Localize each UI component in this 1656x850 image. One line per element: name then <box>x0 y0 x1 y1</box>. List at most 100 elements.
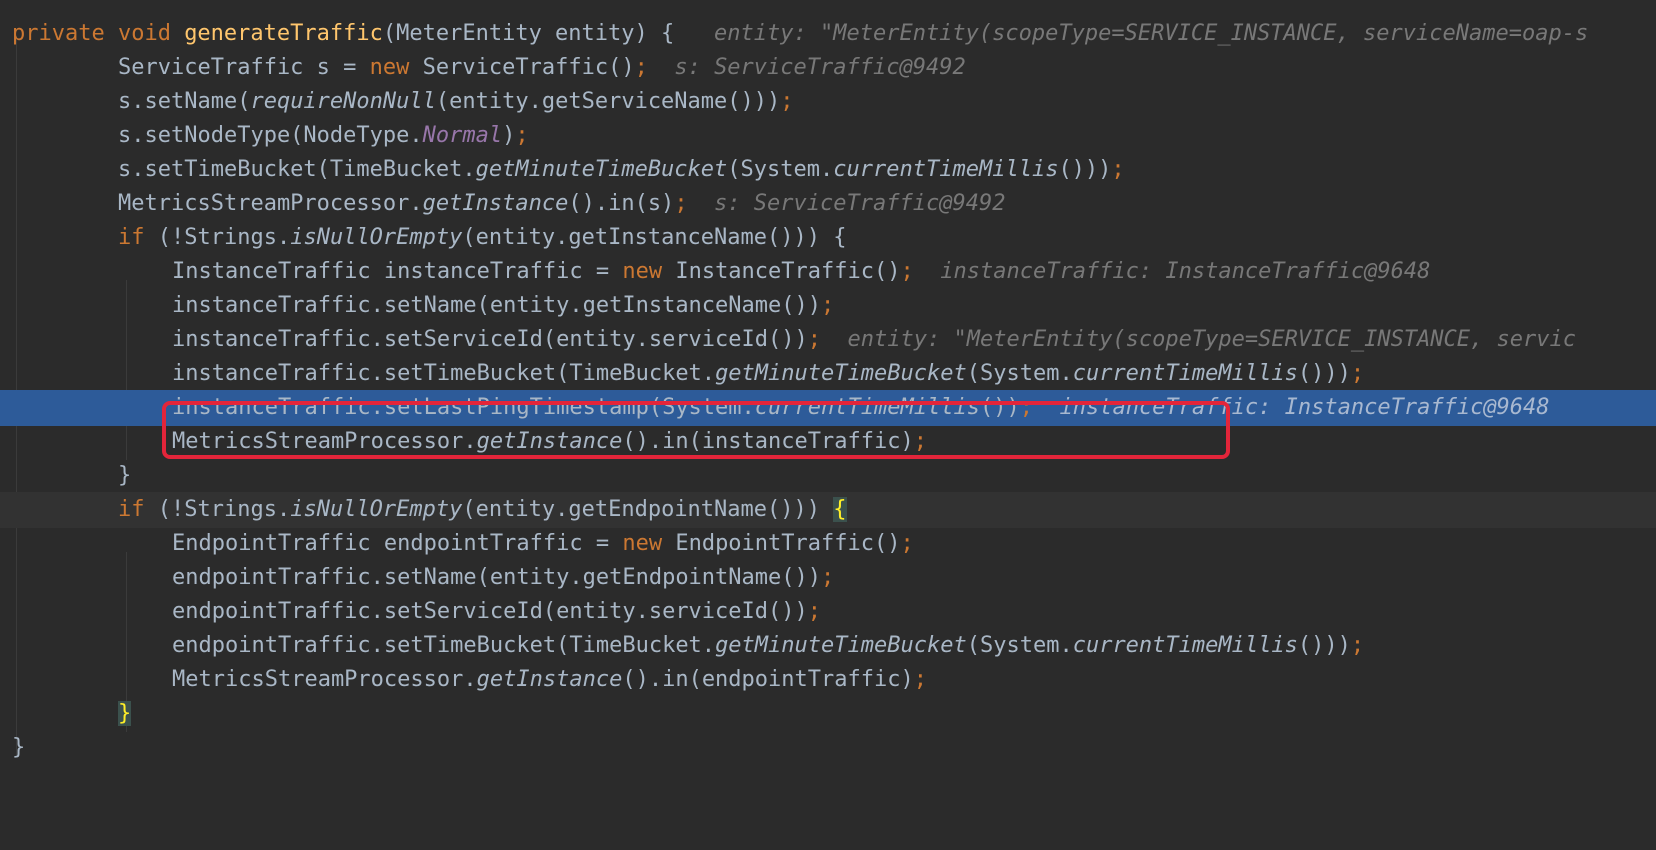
code-token: endpointTraffic.setName(entity.getEndpoi… <box>172 565 822 590</box>
code-line[interactable]: instanceTraffic.setName(entity.getInstan… <box>0 288 1656 324</box>
code-token: InstanceTraffic() <box>675 259 901 284</box>
keyword-token: new <box>622 259 676 284</box>
code-token: getInstance <box>422 191 569 216</box>
debugger-inline-value: instanceTraffic: InstanceTraffic@9648 <box>940 259 1431 284</box>
code-token: instanceTraffic.setName(entity.getInstan… <box>172 293 822 318</box>
code-line[interactable]: ServiceTraffic s = new ServiceTraffic();… <box>0 50 1656 86</box>
code-token: Normal <box>422 123 503 148</box>
code-token: ())) <box>1058 157 1112 182</box>
code-line[interactable]: endpointTraffic.setTimeBucket(TimeBucket… <box>0 628 1656 664</box>
code-token: ()) <box>979 395 1020 420</box>
code-token: isNullOrEmpty <box>290 497 463 522</box>
code-token: } <box>118 463 132 488</box>
code-token: EndpointTraffic() <box>675 531 901 556</box>
code-token: endpointTraffic.setTimeBucket(TimeBucket… <box>172 633 716 658</box>
code-token: InstanceTraffic instanceTraffic = <box>172 259 623 284</box>
code-token: ; <box>807 599 822 624</box>
code-token: endpointTraffic.setServiceId(entity.serv… <box>172 599 808 624</box>
keyword-token: if <box>118 225 158 250</box>
code-token: getMinuteTimeBucket <box>715 633 967 658</box>
code-token: ServiceTraffic() <box>422 55 635 80</box>
code-line[interactable]: MetricsStreamProcessor.getInstance().in(… <box>0 186 1656 222</box>
code-token: (MeterEntity entity) { <box>382 21 715 46</box>
code-token: MetricsStreamProcessor. <box>172 667 477 692</box>
code-token: isNullOrEmpty <box>290 225 463 250</box>
code-token: instanceTraffic.setServiceId(entity.serv… <box>172 327 808 352</box>
code-token: EndpointTraffic endpointTraffic = <box>172 531 623 556</box>
code-line[interactable]: EndpointTraffic endpointTraffic = new En… <box>0 526 1656 562</box>
code-line[interactable]: instanceTraffic.setServiceId(entity.serv… <box>0 322 1656 358</box>
current-execution-line[interactable]: instanceTraffic.setLastPingTimestamp(Sys… <box>0 390 1656 426</box>
keyword-token: if <box>118 497 158 522</box>
code-token: ())) <box>1297 633 1351 658</box>
code-token: MetricsStreamProcessor. <box>118 191 423 216</box>
code-token: ; <box>900 531 914 556</box>
code-token: MetricsStreamProcessor. <box>172 429 477 454</box>
debugger-inline-value: entity: "MeterEntity(scopeType=SERVICE_I… <box>847 327 1576 352</box>
code-token: currentTimeMillis <box>754 395 980 420</box>
code-token: ())) <box>1297 361 1351 386</box>
code-line[interactable]: instanceTraffic.setTimeBucket(TimeBucket… <box>0 356 1656 392</box>
code-line[interactable]: s.setName(requireNonNull(entity.getServi… <box>0 84 1656 120</box>
code-line[interactable]: MetricsStreamProcessor.getInstance().in(… <box>0 662 1656 698</box>
matched-brace: } <box>118 701 132 726</box>
code-token: ) <box>502 123 516 148</box>
code-token: generateTraffic <box>184 21 383 46</box>
code-token: requireNonNull <box>250 89 436 114</box>
code-token: ; <box>913 429 927 454</box>
code-line[interactable]: if (!Strings.isNullOrEmpty(entity.getIns… <box>0 220 1656 256</box>
debugger-inline-value: entity: "MeterEntity(scopeType=SERVICE_I… <box>714 21 1589 46</box>
code-line[interactable]: InstanceTraffic instanceTraffic = new In… <box>0 254 1656 290</box>
code-token: ; <box>821 565 835 590</box>
code-token: ; <box>1019 395 1033 420</box>
code-token: ; <box>807 327 822 352</box>
code-line[interactable]: s.setTimeBucket(TimeBucket.getMinuteTime… <box>0 152 1656 188</box>
code-token: instanceTraffic.setTimeBucket(TimeBucket… <box>172 361 716 386</box>
code-token: getMinuteTimeBucket <box>715 361 967 386</box>
code-token: ServiceTraffic s = <box>118 55 370 80</box>
code-token: ; <box>674 191 688 216</box>
debugger-inline-value: s: ServiceTraffic@9492 <box>674 55 966 80</box>
code-token: ().in(instanceTraffic) <box>622 429 914 454</box>
keyword-token: new <box>622 531 676 556</box>
code-token: currentTimeMillis <box>1072 633 1298 658</box>
keyword-token: private void <box>12 21 185 46</box>
code-line[interactable]: } <box>0 458 1656 494</box>
code-token: getInstance <box>476 429 623 454</box>
code-line[interactable]: } <box>0 696 1656 732</box>
code-token: (System. <box>727 157 834 182</box>
code-token: } <box>12 735 26 760</box>
code-line[interactable]: private void generateTraffic(MeterEntity… <box>0 16 1656 52</box>
code-token: ; <box>634 55 648 80</box>
debugger-inline-value: s: ServiceTraffic@9492 <box>714 191 1006 216</box>
code-token: currentTimeMillis <box>1072 361 1298 386</box>
code-token: (entity.getEndpointName())) <box>462 497 834 522</box>
code-token: ().in(s) <box>568 191 675 216</box>
code-token: s.setTimeBucket(TimeBucket. <box>118 157 476 182</box>
matched-brace: { <box>833 497 847 522</box>
code-token: (entity.getInstanceName())) { <box>462 225 847 250</box>
code-token: ; <box>780 89 794 114</box>
code-editor[interactable]: private void generateTraffic(MeterEntity… <box>0 0 1656 850</box>
code-token: (entity.getServiceName())) <box>435 89 781 114</box>
code-line[interactable]: MetricsStreamProcessor.getInstance().in(… <box>0 424 1656 460</box>
code-token: getInstance <box>476 667 623 692</box>
code-line[interactable]: if (!Strings.isNullOrEmpty(entity.getEnd… <box>0 492 1656 528</box>
code-line[interactable]: s.setNodeType(NodeType.Normal); <box>0 118 1656 154</box>
debugger-inline-value: instanceTraffic: InstanceTraffic@9648 <box>1059 395 1550 420</box>
code-token: ; <box>900 259 914 284</box>
code-token: ; <box>1350 361 1365 386</box>
code-token: currentTimeMillis <box>833 157 1059 182</box>
code-token: ; <box>1111 157 1125 182</box>
code-token: s.setName( <box>118 89 251 114</box>
code-line[interactable]: } <box>0 730 1656 766</box>
code-token: ; <box>913 667 927 692</box>
code-line[interactable]: endpointTraffic.setName(entity.getEndpoi… <box>0 560 1656 596</box>
code-line[interactable]: endpointTraffic.setServiceId(entity.serv… <box>0 594 1656 630</box>
code-token: ; <box>821 293 835 318</box>
